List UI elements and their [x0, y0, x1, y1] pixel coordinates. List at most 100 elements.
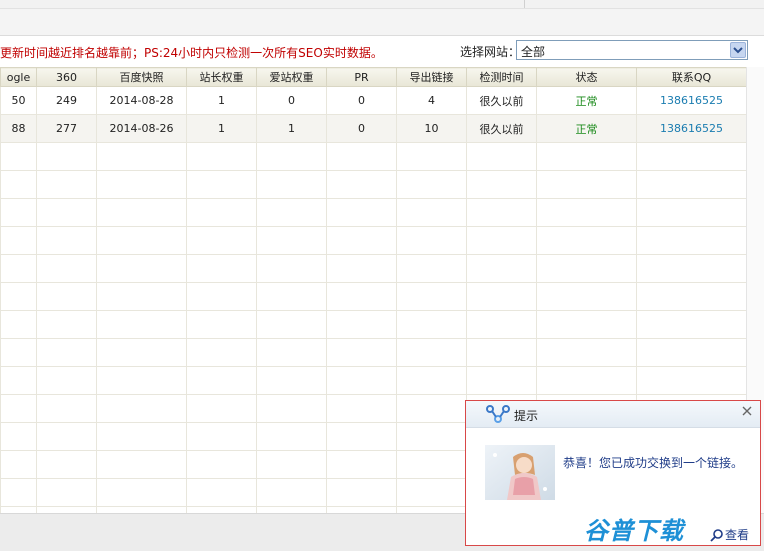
empty-cell	[186, 254, 257, 283]
table-header-row: ogle 360 百度快照 站长权重 爱站权重 PR 导出链接 检测时间 状态 …	[0, 67, 746, 87]
empty-cell	[0, 170, 37, 199]
empty-cell	[396, 142, 467, 171]
empty-cell	[326, 282, 397, 311]
cell-google: 50	[0, 86, 37, 115]
empty-row	[0, 254, 746, 283]
cell-360: 277	[36, 114, 97, 143]
empty-cell	[0, 310, 37, 339]
empty-cell	[96, 226, 187, 255]
empty-cell	[256, 226, 327, 255]
empty-row	[0, 142, 746, 171]
site-select[interactable]: 全部	[516, 40, 748, 60]
empty-cell	[326, 198, 397, 227]
empty-cell	[0, 366, 37, 395]
chevron-down-icon[interactable]	[730, 42, 746, 58]
empty-cell	[0, 478, 37, 507]
empty-cell	[36, 310, 97, 339]
cell-status: 正常	[536, 114, 637, 143]
empty-cell	[96, 170, 187, 199]
view-link[interactable]: 查看	[710, 526, 749, 543]
empty-cell	[326, 310, 397, 339]
empty-cell	[186, 198, 257, 227]
col-header-zhanzhang-weight[interactable]: 站长权重	[186, 67, 257, 87]
empty-cell	[36, 478, 97, 507]
empty-cell	[96, 366, 187, 395]
empty-cell	[466, 282, 537, 311]
col-header-status[interactable]: 状态	[536, 67, 637, 87]
empty-cell	[256, 366, 327, 395]
empty-cell	[36, 170, 97, 199]
empty-cell	[186, 282, 257, 311]
col-header-360[interactable]: 360	[36, 67, 97, 87]
empty-cell	[636, 282, 746, 311]
empty-cell	[466, 226, 537, 255]
table-row[interactable]: 88 277 2014-08-26 1 1 0 10 很久以前 正常 13861…	[0, 114, 746, 143]
empty-cell	[396, 226, 467, 255]
empty-cell	[636, 254, 746, 283]
empty-cell	[536, 282, 637, 311]
empty-cell	[36, 226, 97, 255]
empty-cell	[96, 282, 187, 311]
col-header-baidu-snapshot[interactable]: 百度快照	[96, 67, 187, 87]
empty-cell	[96, 422, 187, 451]
empty-cell	[186, 142, 257, 171]
cell-outbound-links: 10	[396, 114, 467, 143]
anime-girl-image	[485, 445, 555, 500]
empty-cell	[326, 338, 397, 367]
cell-360: 249	[36, 86, 97, 115]
empty-cell	[36, 394, 97, 423]
empty-cell	[536, 338, 637, 367]
empty-cell	[256, 394, 327, 423]
empty-cell	[636, 170, 746, 199]
empty-cell	[536, 226, 637, 255]
empty-cell	[0, 282, 37, 311]
col-header-contact-qq[interactable]: 联系QQ	[636, 67, 746, 87]
col-header-outbound-links[interactable]: 导出链接	[396, 67, 467, 87]
top-strip-separator	[524, 0, 525, 8]
empty-cell	[396, 422, 467, 451]
close-icon[interactable]	[740, 404, 754, 418]
empty-cell	[36, 282, 97, 311]
empty-row	[0, 310, 746, 339]
cell-status: 正常	[536, 86, 637, 115]
empty-cell	[326, 422, 397, 451]
empty-cell	[36, 254, 97, 283]
empty-cell	[0, 198, 37, 227]
empty-cell	[396, 450, 467, 479]
empty-cell	[396, 310, 467, 339]
empty-cell	[36, 142, 97, 171]
empty-cell	[96, 394, 187, 423]
empty-cell	[256, 254, 327, 283]
empty-cell	[36, 366, 97, 395]
empty-cell	[36, 450, 97, 479]
empty-cell	[466, 198, 537, 227]
empty-cell	[186, 422, 257, 451]
empty-cell	[396, 198, 467, 227]
cell-aizhan-weight: 0	[256, 86, 327, 115]
col-header-aizhan-weight[interactable]: 爱站权重	[256, 67, 327, 87]
cell-contact-qq[interactable]: 138616525	[636, 114, 746, 143]
cell-zhanzhang-weight: 1	[186, 114, 257, 143]
empty-cell	[96, 198, 187, 227]
empty-cell	[96, 254, 187, 283]
empty-row	[0, 170, 746, 199]
empty-cell	[256, 170, 327, 199]
view-label: 查看	[725, 528, 750, 542]
col-header-google[interactable]: ogle	[0, 67, 37, 87]
empty-row	[0, 198, 746, 227]
col-header-check-time[interactable]: 检测时间	[466, 67, 537, 87]
cell-baidu-snapshot: 2014-08-26	[96, 114, 187, 143]
col-header-pr[interactable]: PR	[326, 67, 397, 87]
empty-cell	[536, 198, 637, 227]
empty-cell	[36, 198, 97, 227]
empty-cell	[36, 338, 97, 367]
notification-popup: 提示 恭喜！您已成功交换到一个链接。 谷普下载 查看	[465, 400, 761, 546]
popup-message: 恭喜！您已成功交换到一个链接。	[563, 456, 744, 470]
empty-cell	[96, 478, 187, 507]
empty-cell	[326, 478, 397, 507]
site-select-label: 选择网站：	[460, 45, 521, 59]
empty-cell	[536, 254, 637, 283]
cell-contact-qq[interactable]: 138616525	[636, 86, 746, 115]
top-strip	[0, 0, 764, 9]
table-row[interactable]: 50 249 2014-08-28 1 0 0 4 很久以前 正常 138616…	[0, 86, 746, 115]
